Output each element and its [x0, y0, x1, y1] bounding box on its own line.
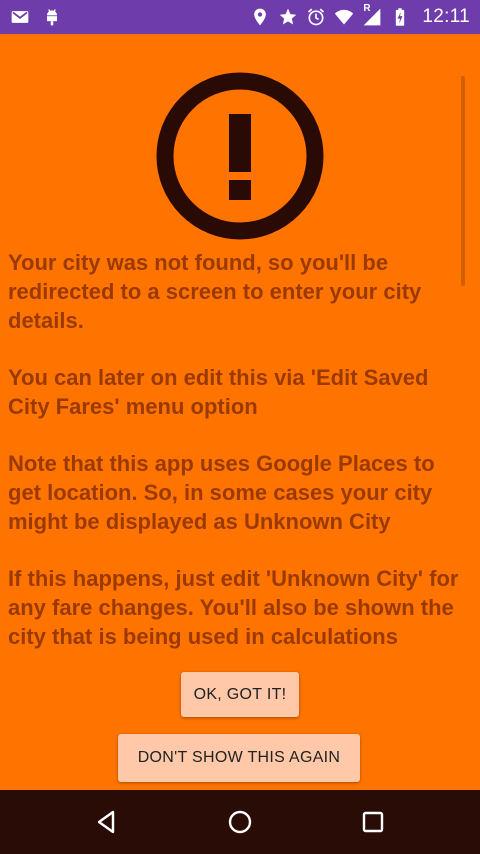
- recents-button[interactable]: [353, 802, 393, 842]
- message-paragraph-4: If this happens, just edit 'Unknown City…: [8, 566, 459, 649]
- android-debug-icon: [42, 7, 62, 27]
- message-paragraph-3: Note that this app uses Google Places to…: [8, 451, 435, 534]
- status-system-icons: R 12:11: [250, 3, 470, 28]
- alarm-icon: [306, 7, 326, 27]
- recents-icon: [363, 811, 384, 833]
- battery-charging-icon: [390, 7, 410, 27]
- info-message: Your city was not found, so you'll be re…: [8, 248, 470, 679]
- ok-got-it-button[interactable]: OK, GOT IT!: [181, 672, 299, 717]
- signal-icon: R: [362, 3, 382, 27]
- gmail-icon: [10, 7, 30, 27]
- status-bar: R 12:11: [0, 0, 480, 34]
- home-icon: [228, 810, 252, 834]
- back-button[interactable]: [87, 802, 127, 842]
- status-time: 12:11: [422, 6, 470, 27]
- back-icon: [97, 810, 114, 834]
- message-paragraph-2: You can later on edit this via 'Edit Sav…: [8, 365, 429, 419]
- status-notifications: [10, 7, 62, 27]
- wifi-icon: [334, 7, 354, 27]
- star-icon: [278, 7, 298, 27]
- home-button[interactable]: [220, 802, 260, 842]
- roaming-label: R: [363, 3, 371, 14]
- location-icon: [250, 7, 270, 27]
- dont-show-again-button[interactable]: DON'T SHOW THIS AGAIN: [118, 734, 360, 782]
- exclamation-circle-icon: [154, 70, 326, 242]
- navigation-bar: [0, 790, 480, 854]
- message-paragraph-1: Your city was not found, so you'll be re…: [8, 250, 422, 333]
